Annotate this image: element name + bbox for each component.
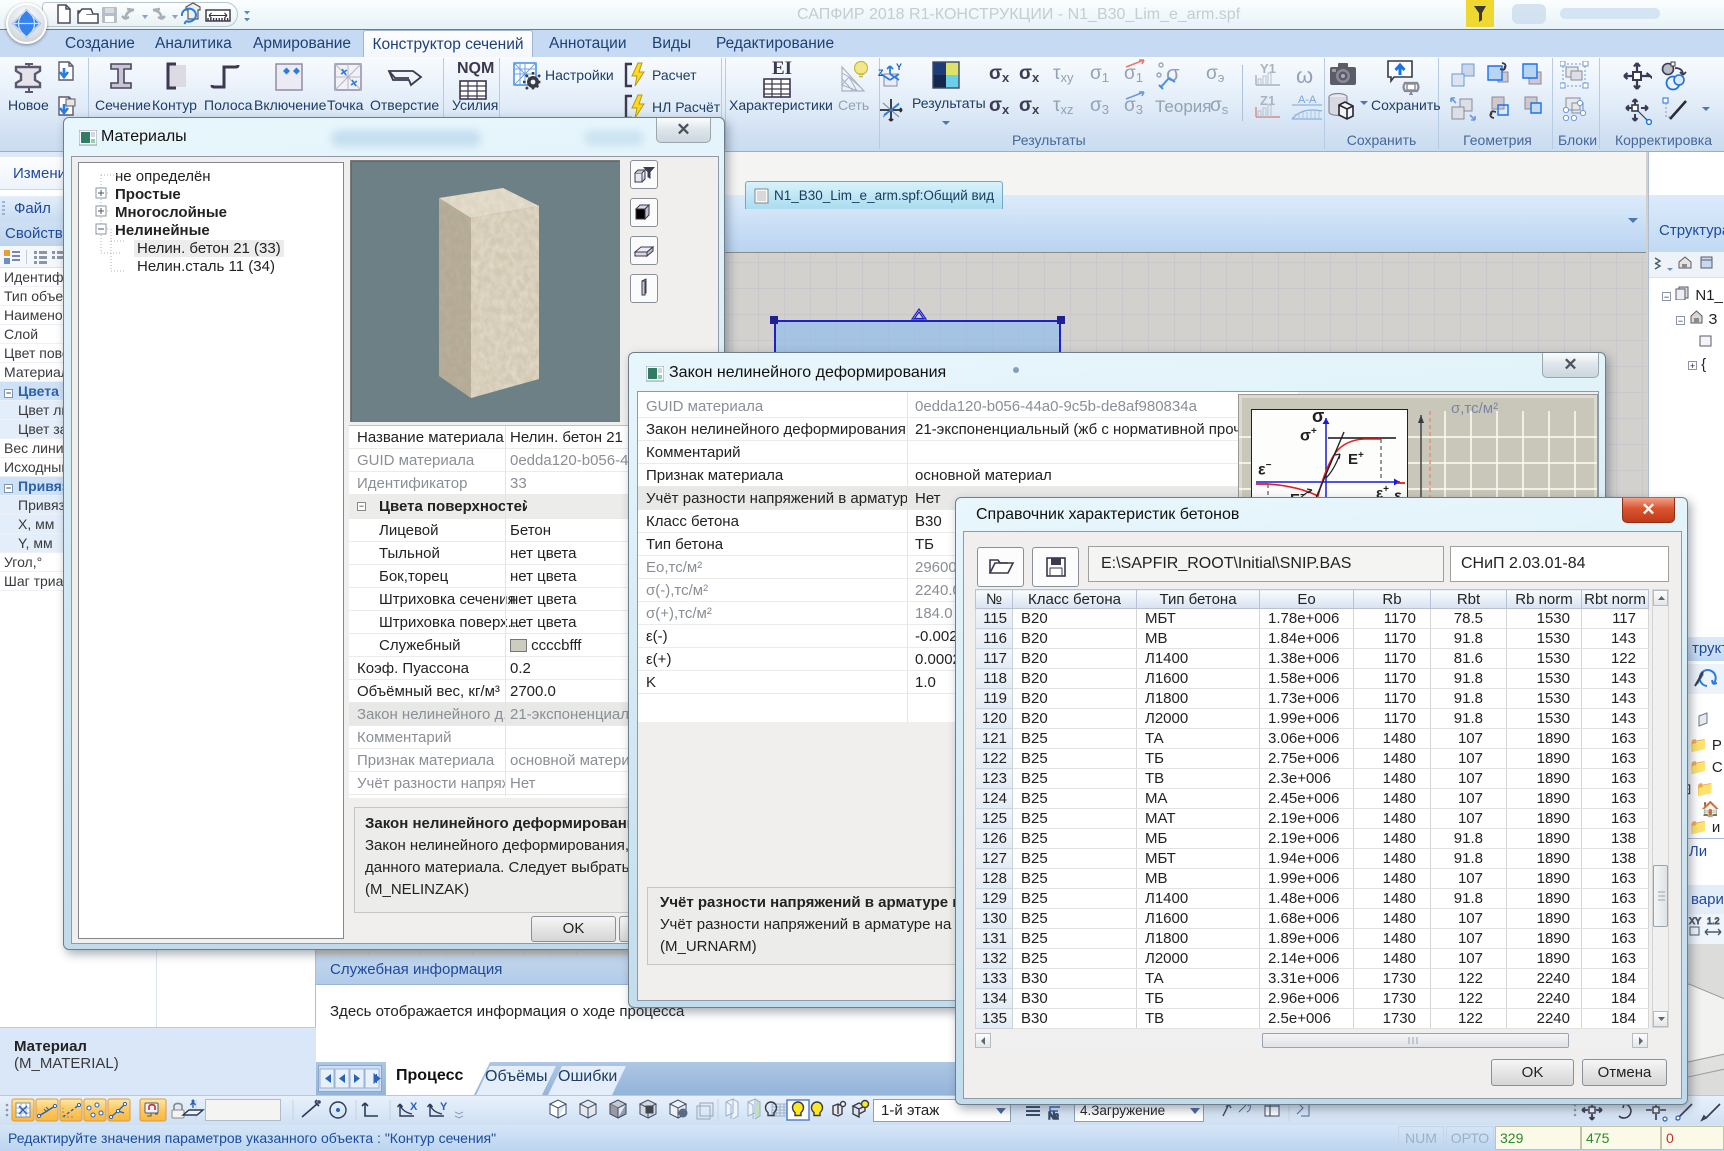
- svg-text:Z: Z: [878, 68, 884, 78]
- svg-text:Y: Y: [896, 62, 902, 72]
- svg-text:№: №: [1048, 1111, 1059, 1122]
- svg-text:X: X: [410, 1101, 418, 1113]
- svg-text:σ,тс/м²: σ,тс/м²: [1451, 400, 1498, 417]
- svg-text:Y: Y: [440, 1101, 448, 1113]
- svg-text:1.2: 1.2: [1707, 916, 1720, 926]
- svg-text:XY: XY: [1689, 916, 1701, 926]
- svg-text:A-A: A-A: [1298, 94, 1317, 106]
